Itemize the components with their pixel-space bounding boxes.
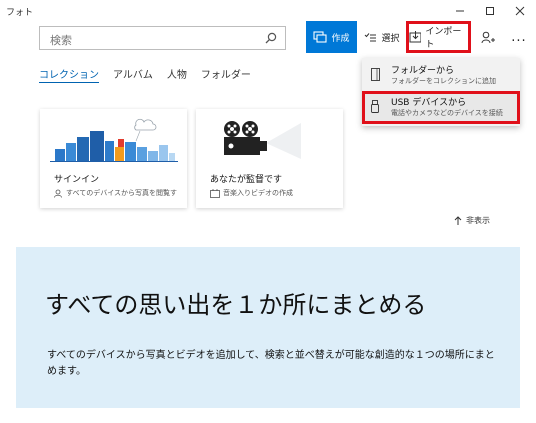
select-checklist-icon <box>365 32 377 41</box>
close-button[interactable] <box>505 2 535 20</box>
maximize-icon <box>486 7 494 15</box>
create-icon <box>313 31 328 43</box>
import-icon <box>409 31 422 43</box>
video-music-icon <box>210 188 220 198</box>
card-subtitle: すべてのデバイスから写真を閲覧す <box>54 188 177 198</box>
tab-people[interactable]: 人物 <box>167 66 187 83</box>
movie-maker-card[interactable]: あなたが監督です 音楽入りビデオの作成 <box>196 109 343 208</box>
menu-item-label: フォルダーから <box>391 66 455 76</box>
welcome-banner: すべての思い出を１か所にまとめる すべてのデバイスから写真とビデオを追加して、検… <box>16 247 520 408</box>
import-from-folder-item[interactable]: フォルダーから フォルダーをコレクションに追加 <box>362 59 520 92</box>
more-icon: ... <box>511 29 527 45</box>
menu-item-description: フォルダーをコレクションに追加 <box>391 77 496 85</box>
card-subtitle-text: 音楽入りビデオの作成 <box>223 189 293 197</box>
tab-album[interactable]: アルバム <box>113 66 153 83</box>
minimize-button[interactable] <box>445 2 475 20</box>
card-title: あなたが監督です <box>210 175 283 185</box>
tab-collection[interactable]: コレクション <box>39 66 99 83</box>
banner-body: すべてのデバイスから写真とビデオを追加して、検索と並べ替えが可能な創造的な１つの… <box>47 350 495 377</box>
city-cloud-illustration <box>50 118 178 162</box>
menu-item-description: 電話やカメラなどのデバイスを接続 <box>391 109 503 117</box>
import-menu: フォルダーから フォルダーをコレクションに追加 USB デバイスから 電話やカメ… <box>362 58 520 126</box>
tab-folders[interactable]: フォルダー <box>201 66 251 83</box>
menu-item-label: USB デバイスから <box>391 98 467 108</box>
search-icon[interactable] <box>265 32 277 44</box>
select-label: 選択 <box>381 33 400 44</box>
import-label: インポート <box>425 27 462 50</box>
select-button[interactable]: 選択 <box>360 21 404 53</box>
add-person-icon <box>481 31 495 43</box>
add-person-button[interactable] <box>476 21 500 53</box>
card-subtitle-text: すべてのデバイスから写真を閲覧す <box>66 189 178 197</box>
card-subtitle: 音楽入りビデオの作成 <box>210 188 293 198</box>
create-label: 作成 <box>331 33 350 44</box>
card-title: サインイン <box>54 175 100 185</box>
collection-nav: コレクション アルバム 人物 フォルダー <box>39 66 251 83</box>
search-input[interactable]: 検索 <box>39 26 286 50</box>
import-from-usb-item[interactable]: USB デバイスから 電話やカメラなどのデバイスを接続 <box>362 91 520 124</box>
minimize-icon <box>456 10 464 12</box>
banner-title: すべての思い出を１か所にまとめる <box>45 291 427 319</box>
app-title: フォト <box>6 8 34 18</box>
hide-button[interactable]: 非表示 <box>454 215 490 226</box>
create-button[interactable]: 作成 <box>306 21 357 53</box>
person-sync-icon <box>54 189 62 198</box>
close-icon <box>515 6 525 16</box>
import-button[interactable]: インポート <box>406 21 471 53</box>
maximize-button[interactable] <box>475 2 505 20</box>
more-options-button[interactable]: ... <box>507 21 531 53</box>
folder-icon <box>371 68 380 81</box>
sign-in-card[interactable]: サインイン すべてのデバイスから写真を閲覧す <box>40 109 187 208</box>
usb-icon <box>371 100 379 113</box>
film-projector-illustration <box>224 121 301 159</box>
search-placeholder: 検索 <box>50 34 72 47</box>
arrow-up-icon <box>454 216 462 225</box>
title-bar: フォト <box>0 0 536 22</box>
hide-label: 非表示 <box>466 216 490 225</box>
